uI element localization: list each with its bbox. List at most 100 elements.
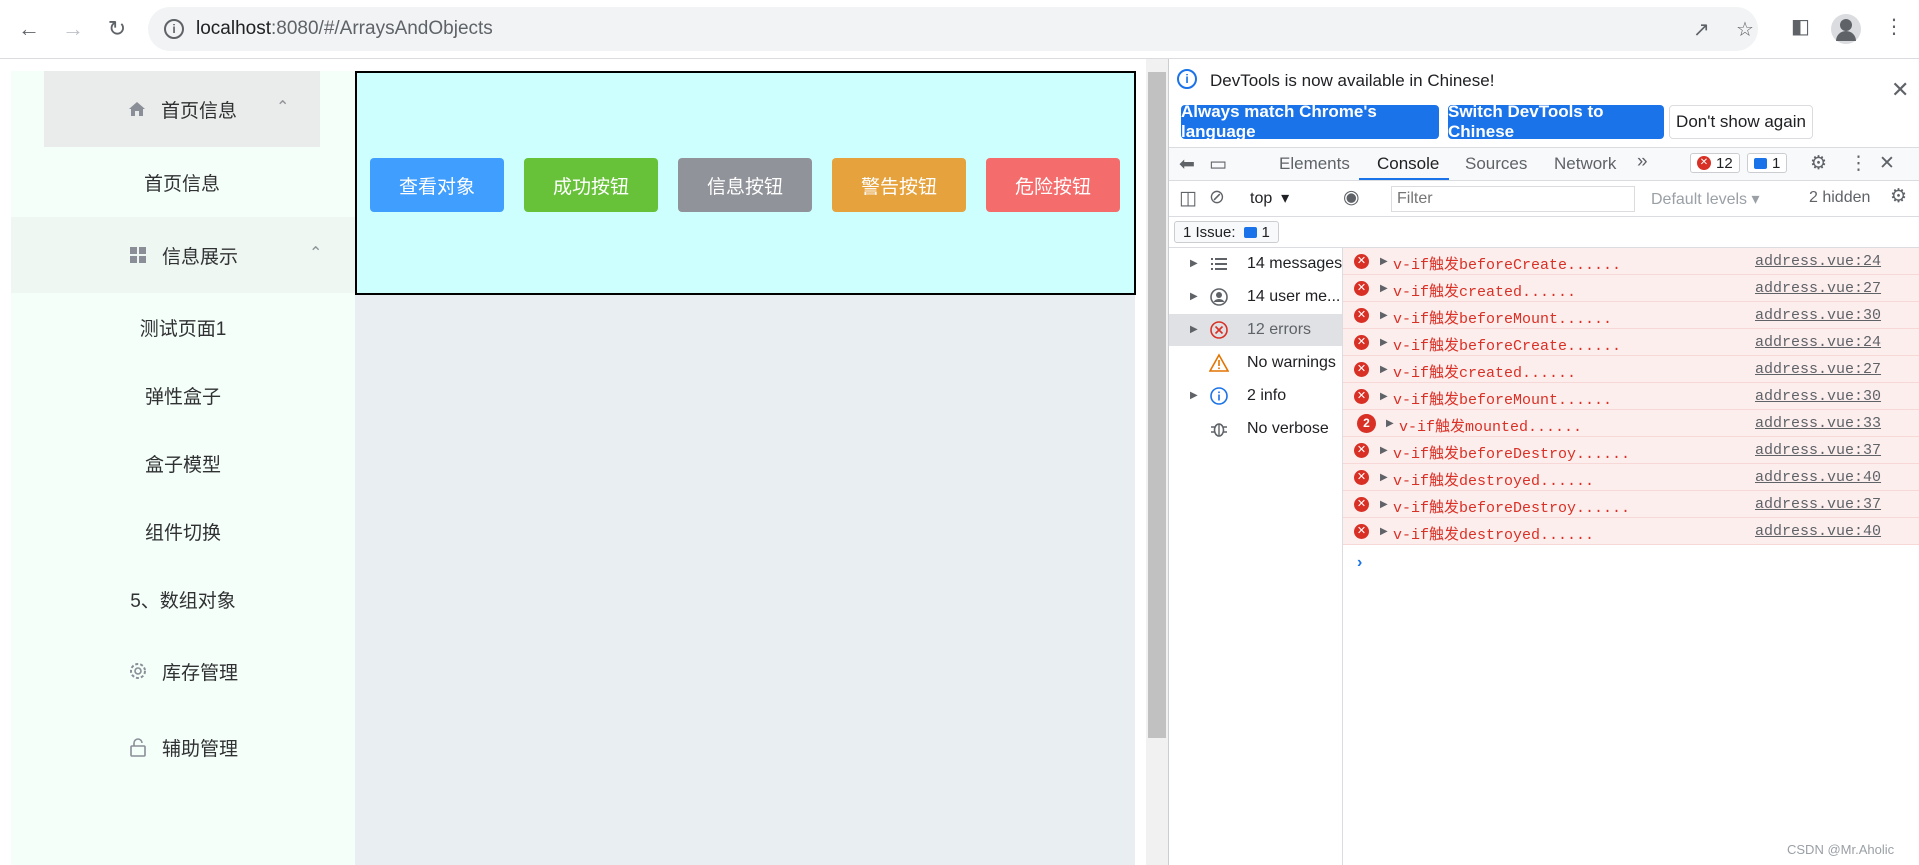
view-object-button[interactable]: 查看对象 xyxy=(370,158,504,212)
side-panel-icon[interactable]: ◧ xyxy=(1791,14,1810,39)
tab-console[interactable]: Console xyxy=(1377,154,1439,174)
issues-chip[interactable]: 1 Issue: 1 xyxy=(1174,221,1279,243)
context-selector[interactable]: top ▾ xyxy=(1250,188,1289,208)
expand-triangle-icon[interactable]: ▶ xyxy=(1190,324,1198,335)
menu-item-test-page[interactable]: 测试页面1 xyxy=(11,293,355,361)
repeat-count-badge: 2 xyxy=(1357,414,1376,433)
submenu-info-display[interactable]: 信息展示 ⌃ xyxy=(11,217,355,293)
bookmark-star-icon[interactable]: ☆ xyxy=(1736,17,1754,42)
forward-arrow-icon[interactable]: → xyxy=(58,14,88,44)
url-text[interactable]: localhost:8080/#/ArraysAndObjects xyxy=(196,18,493,40)
sidebar-errors[interactable]: ▶ 12 errors xyxy=(1169,314,1342,346)
page-scrollbar-thumb[interactable] xyxy=(1148,72,1166,738)
submenu-inventory[interactable]: 库存管理 xyxy=(11,633,355,709)
log-source-link[interactable]: address.vue:27 xyxy=(1755,280,1881,297)
message-icon xyxy=(1754,157,1767,169)
expand-triangle-icon[interactable]: ▶ xyxy=(1190,291,1198,302)
sidebar-messages[interactable]: ▶ 14 messages xyxy=(1169,248,1342,280)
device-toolbar-icon[interactable]: ▭ xyxy=(1209,153,1227,176)
console-error-row[interactable]: ✕ ▶ v-if触发destroyed...... address.vue:40 xyxy=(1343,518,1919,545)
sidebar-label: No verbose xyxy=(1247,420,1329,437)
log-source-link[interactable]: address.vue:40 xyxy=(1755,469,1881,486)
log-source-link[interactable]: address.vue:27 xyxy=(1755,361,1881,378)
dont-show-again-button[interactable]: Don't show again xyxy=(1669,105,1813,139)
info-button[interactable]: 信息按钮 xyxy=(678,158,812,212)
message-count-badge[interactable]: 1 xyxy=(1747,153,1788,173)
log-levels-dropdown[interactable]: Default levels ▾ xyxy=(1651,189,1760,209)
sidebar-user-messages[interactable]: ▶ 14 user me... xyxy=(1169,281,1342,313)
tab-network[interactable]: Network xyxy=(1554,154,1616,174)
inspect-element-icon[interactable]: ⬅ xyxy=(1179,153,1195,176)
log-source-link[interactable]: address.vue:37 xyxy=(1755,442,1881,459)
expand-triangle-icon[interactable]: ▶ xyxy=(1190,390,1198,401)
expand-triangle-icon[interactable]: ▶ xyxy=(1380,310,1388,321)
expand-triangle-icon[interactable]: ▶ xyxy=(1380,445,1388,456)
clear-console-icon[interactable]: ⊘ xyxy=(1209,186,1225,209)
expand-triangle-icon[interactable]: ▶ xyxy=(1380,472,1388,483)
console-settings-icon[interactable]: ⚙ xyxy=(1890,185,1907,208)
console-error-row[interactable]: ✕ ▶ v-if触发beforeDestroy...... address.vue:3… xyxy=(1343,437,1919,464)
console-error-row[interactable]: ✕ ▶ v-if触发beforeCreate...... address.vue:24 xyxy=(1343,329,1919,356)
log-source-link[interactable]: address.vue:24 xyxy=(1755,334,1881,351)
danger-button[interactable]: 危险按钮 xyxy=(986,158,1120,212)
log-source-link[interactable]: address.vue:40 xyxy=(1755,523,1881,540)
success-button[interactable]: 成功按钮 xyxy=(524,158,658,212)
expand-triangle-icon[interactable]: ▶ xyxy=(1380,364,1388,375)
error-icon: ✕ xyxy=(1354,524,1369,539)
console-error-row[interactable]: ✕ ▶ v-if触发beforeMount...... address.vue:30 xyxy=(1343,383,1919,410)
reload-icon[interactable]: ↻ xyxy=(102,14,132,44)
live-expression-eye-icon[interactable]: ◉ xyxy=(1343,186,1360,209)
expand-triangle-icon[interactable]: ▶ xyxy=(1380,499,1388,510)
expand-triangle-icon[interactable]: ▶ xyxy=(1380,337,1388,348)
console-error-row[interactable]: ✕ ▶ v-if触发beforeDestroy...... address.vue:3… xyxy=(1343,491,1919,518)
submenu-auxiliary[interactable]: 辅助管理 xyxy=(11,709,355,785)
console-error-row[interactable]: 2 ▶ v-if触发mounted...... address.vue:33 xyxy=(1343,410,1919,437)
error-count-badge[interactable]: ✕ 12 xyxy=(1690,153,1740,173)
more-tabs-icon[interactable]: » xyxy=(1637,151,1648,173)
switch-chinese-button[interactable]: Switch DevTools to Chinese xyxy=(1448,102,1664,141)
console-filter-input[interactable] xyxy=(1391,186,1635,212)
log-source-link[interactable]: address.vue:30 xyxy=(1755,388,1881,405)
log-source-link[interactable]: address.vue:33 xyxy=(1755,415,1881,432)
tab-sources[interactable]: Sources xyxy=(1465,154,1527,174)
expand-triangle-icon[interactable]: ▶ xyxy=(1380,526,1388,537)
log-source-link[interactable]: address.vue:24 xyxy=(1755,253,1881,270)
sidebar-toggle-icon[interactable]: ◫ xyxy=(1179,187,1197,210)
expand-triangle-icon[interactable]: ▶ xyxy=(1190,258,1198,269)
console-error-row[interactable]: ✕ ▶ v-if触发created...... address.vue:27 xyxy=(1343,356,1919,383)
console-error-row[interactable]: ✕ ▶ v-if触发created...... address.vue:27 xyxy=(1343,275,1919,302)
console-prompt-chevron-icon[interactable]: › xyxy=(1357,554,1362,572)
expand-triangle-icon[interactable]: ▶ xyxy=(1380,256,1388,267)
submenu-home[interactable]: 首页信息 ⌃ xyxy=(44,71,320,147)
console-error-row[interactable]: ✕ ▶ v-if触发beforeCreate...... address.vue:24 xyxy=(1343,248,1919,275)
log-source-link[interactable]: address.vue:37 xyxy=(1755,496,1881,513)
menu-item-arrays-objects[interactable]: 5、数组对象 xyxy=(11,565,355,633)
menu-item-component-switch[interactable]: 组件切换 xyxy=(11,497,355,565)
close-devtools-icon[interactable]: ✕ xyxy=(1879,152,1895,175)
address-bar[interactable]: i localhost:8080/#/ArraysAndObjects ↗ ☆ xyxy=(148,7,1758,51)
console-error-row[interactable]: ✕ ▶ v-if触发beforeMount...... address.vue:30 xyxy=(1343,302,1919,329)
settings-gear-icon[interactable]: ⚙ xyxy=(1810,152,1827,175)
tab-elements[interactable]: Elements xyxy=(1279,154,1350,174)
more-menu-icon[interactable]: ⋮ xyxy=(1884,14,1904,39)
menu-item-box-model[interactable]: 盒子模型 xyxy=(11,429,355,497)
share-icon[interactable]: ↗ xyxy=(1693,17,1710,42)
site-info-icon[interactable]: i xyxy=(164,19,184,39)
warning-button[interactable]: 警告按钮 xyxy=(832,158,966,212)
kebab-menu-icon[interactable]: ⋮ xyxy=(1849,152,1868,175)
profile-avatar[interactable] xyxy=(1831,14,1861,44)
sidebar-warnings[interactable]: No warnings xyxy=(1169,347,1342,379)
close-icon[interactable]: ✕ xyxy=(1891,77,1909,103)
back-arrow-icon[interactable]: ← xyxy=(14,14,44,44)
sidebar-verbose[interactable]: No verbose xyxy=(1169,413,1342,445)
match-language-button[interactable]: Always match Chrome's language xyxy=(1181,102,1439,141)
menu-item-home-info[interactable]: 首页信息 xyxy=(44,147,320,217)
list-icon xyxy=(1209,254,1229,274)
expand-triangle-icon[interactable]: ▶ xyxy=(1380,391,1388,402)
log-source-link[interactable]: address.vue:30 xyxy=(1755,307,1881,324)
expand-triangle-icon[interactable]: ▶ xyxy=(1380,283,1388,294)
expand-triangle-icon[interactable]: ▶ xyxy=(1386,418,1394,429)
console-error-row[interactable]: ✕ ▶ v-if触发destroyed...... address.vue:40 xyxy=(1343,464,1919,491)
sidebar-info[interactable]: ▶ 2 info xyxy=(1169,380,1342,412)
menu-item-flexbox[interactable]: 弹性盒子 xyxy=(11,361,355,429)
